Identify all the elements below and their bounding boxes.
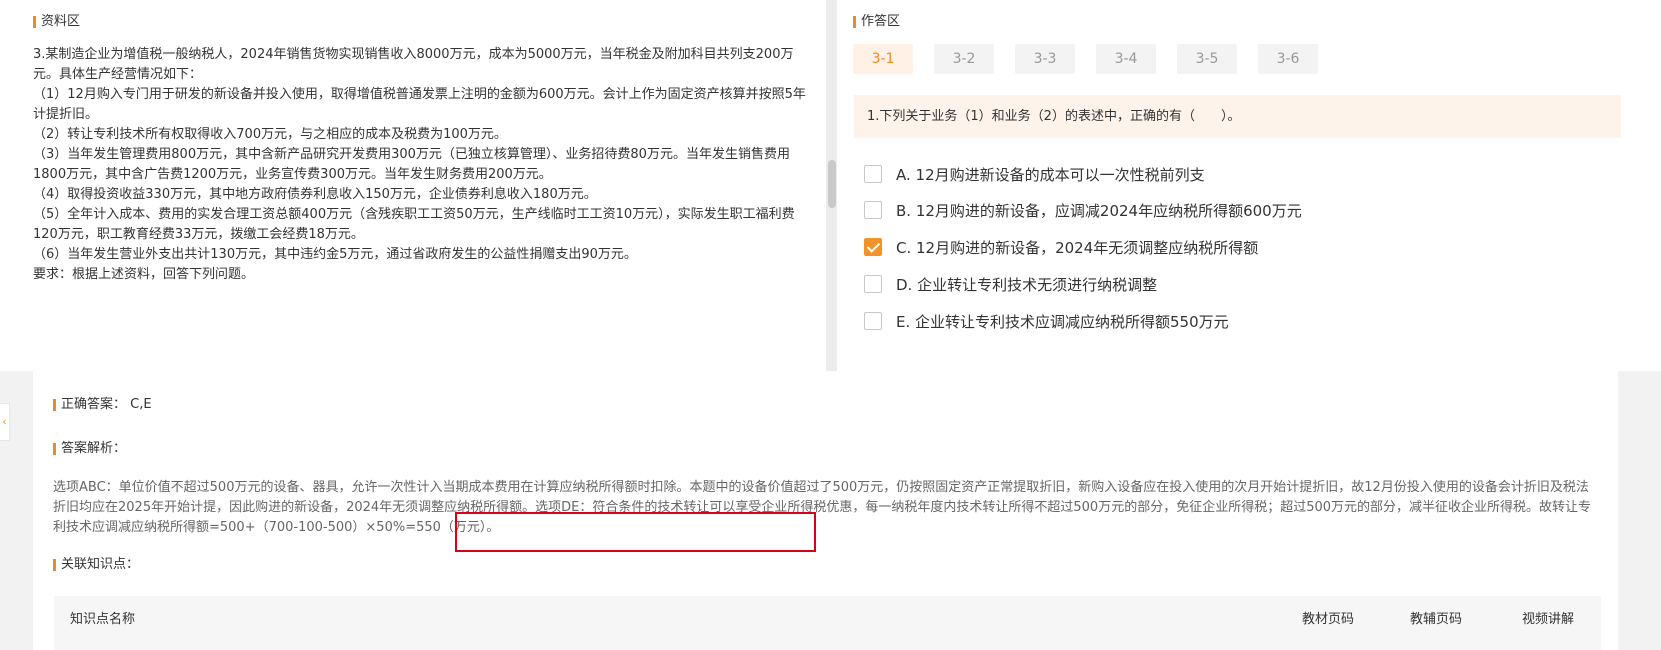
material-paragraph: （6）当年发生营业外支出共计130万元，其中违约金5万元，通过省政府发生的公益性… [33, 247, 637, 262]
material-paragraph: （5）全年计入成本、费用的实发合理工资总额400万元（含残疾职工工资50万元，生… [33, 207, 795, 242]
knowledge-table-header: 知识点名称 教材页码 教辅页码 视频讲解 [54, 596, 1601, 650]
material-section-title: 资料区 [33, 14, 80, 30]
col-knowledge-name: 知识点名称 [70, 612, 136, 627]
col-guide-page: 教辅页码 [1410, 612, 1463, 627]
material-paragraph: 3.某制造企业为增值税一般纳税人，2024年销售货物实现销售收入8000万元，成… [33, 47, 794, 82]
option-checkbox[interactable] [864, 275, 882, 293]
collapse-handle[interactable]: ‹ [0, 403, 10, 441]
analysis-title: 答案解析： [53, 441, 126, 457]
knowledge-title: 关联知识点： [53, 557, 139, 573]
option-item[interactable]: E. 企业转让专利技术应调减应纳税所得额550万元 [864, 311, 1302, 331]
option-checkbox[interactable] [864, 165, 882, 183]
material-paragraph: 要求：根据上述资料，回答下列问题。 [33, 267, 255, 282]
material-paragraph: （2）转让专利技术所有权取得收入700万元，与之相应的成本及税费为100万元。 [33, 127, 507, 142]
question-stem: 1.下列关于业务（1）和业务（2）的表述中，正确的有（ ）。 [854, 95, 1621, 138]
tab-3-1[interactable]: 3-1 [853, 44, 913, 74]
option-item[interactable]: B. 12月购进的新设备，应调减2024年应纳税所得额600万元 [864, 200, 1302, 220]
option-list: A. 12月购进新设备的成本可以一次性税前列支 B. 12月购进的新设备，应调减2… [864, 164, 1302, 348]
correct-answer-value: C,E [130, 397, 152, 412]
option-label: C. 12月购进的新设备，2024年无须调整应纳税所得额 [896, 238, 1259, 257]
tab-3-5[interactable]: 3-5 [1177, 44, 1237, 74]
tab-3-3[interactable]: 3-3 [1015, 44, 1075, 74]
highlight-annotation-box [455, 512, 816, 552]
option-item[interactable]: C. 12月购进的新设备，2024年无须调整应纳税所得额 [864, 237, 1302, 257]
chevron-left-icon: ‹ [2, 415, 7, 428]
material-paragraph: （1）12月购入专门用于研发的新设备并投入使用，取得增值税普通发票上注明的金额为… [33, 87, 806, 122]
tab-3-6[interactable]: 3-6 [1258, 44, 1318, 74]
tab-3-2[interactable]: 3-2 [934, 44, 994, 74]
analysis-text: 选项ABC：单位价值不超过500万元的设备、器具，允许一次性计入当期成本费用在计… [53, 480, 1592, 535]
answer-section-title: 作答区 [853, 14, 900, 30]
material-text: 3.某制造企业为增值税一般纳税人，2024年销售货物实现销售收入8000万元，成… [33, 45, 813, 285]
option-label: B. 12月购进的新设备，应调减2024年应纳税所得额600万元 [896, 201, 1302, 220]
option-label: D. 企业转让专利技术无须进行纳税调整 [896, 275, 1158, 294]
material-pane: 资料区 3.某制造企业为增值税一般纳税人，2024年销售货物实现销售收入8000… [0, 0, 826, 371]
option-item[interactable]: A. 12月购进新设备的成本可以一次性税前列支 [864, 164, 1302, 184]
tab-3-4[interactable]: 3-4 [1096, 44, 1156, 74]
option-checkbox[interactable] [864, 238, 882, 256]
option-checkbox[interactable] [864, 201, 882, 219]
question-tabs: 3-1 3-2 3-3 3-4 3-5 3-6 [853, 44, 1339, 74]
correct-answer-label: 正确答案： [61, 397, 127, 412]
scrollbar-thumb[interactable] [828, 160, 836, 208]
material-paragraph: （4）取得投资收益330万元，其中地方政府债券利息收入150万元，企业债券利息收… [33, 187, 597, 202]
material-paragraph: （3）当年发生管理费用800万元，其中含新产品研究开发费用300万元（已独立核算… [33, 147, 790, 182]
option-checkbox[interactable] [864, 312, 882, 330]
option-label: E. 企业转让专利技术应调减应纳税所得额550万元 [896, 312, 1229, 331]
col-textbook-page: 教材页码 [1302, 612, 1355, 627]
correct-answer-row: 正确答案： C,E [53, 397, 152, 413]
option-label: A. 12月购进新设备的成本可以一次性税前列支 [896, 165, 1205, 184]
option-item[interactable]: D. 企业转让专利技术无须进行纳税调整 [864, 274, 1302, 294]
col-video: 视频讲解 [1522, 612, 1575, 627]
